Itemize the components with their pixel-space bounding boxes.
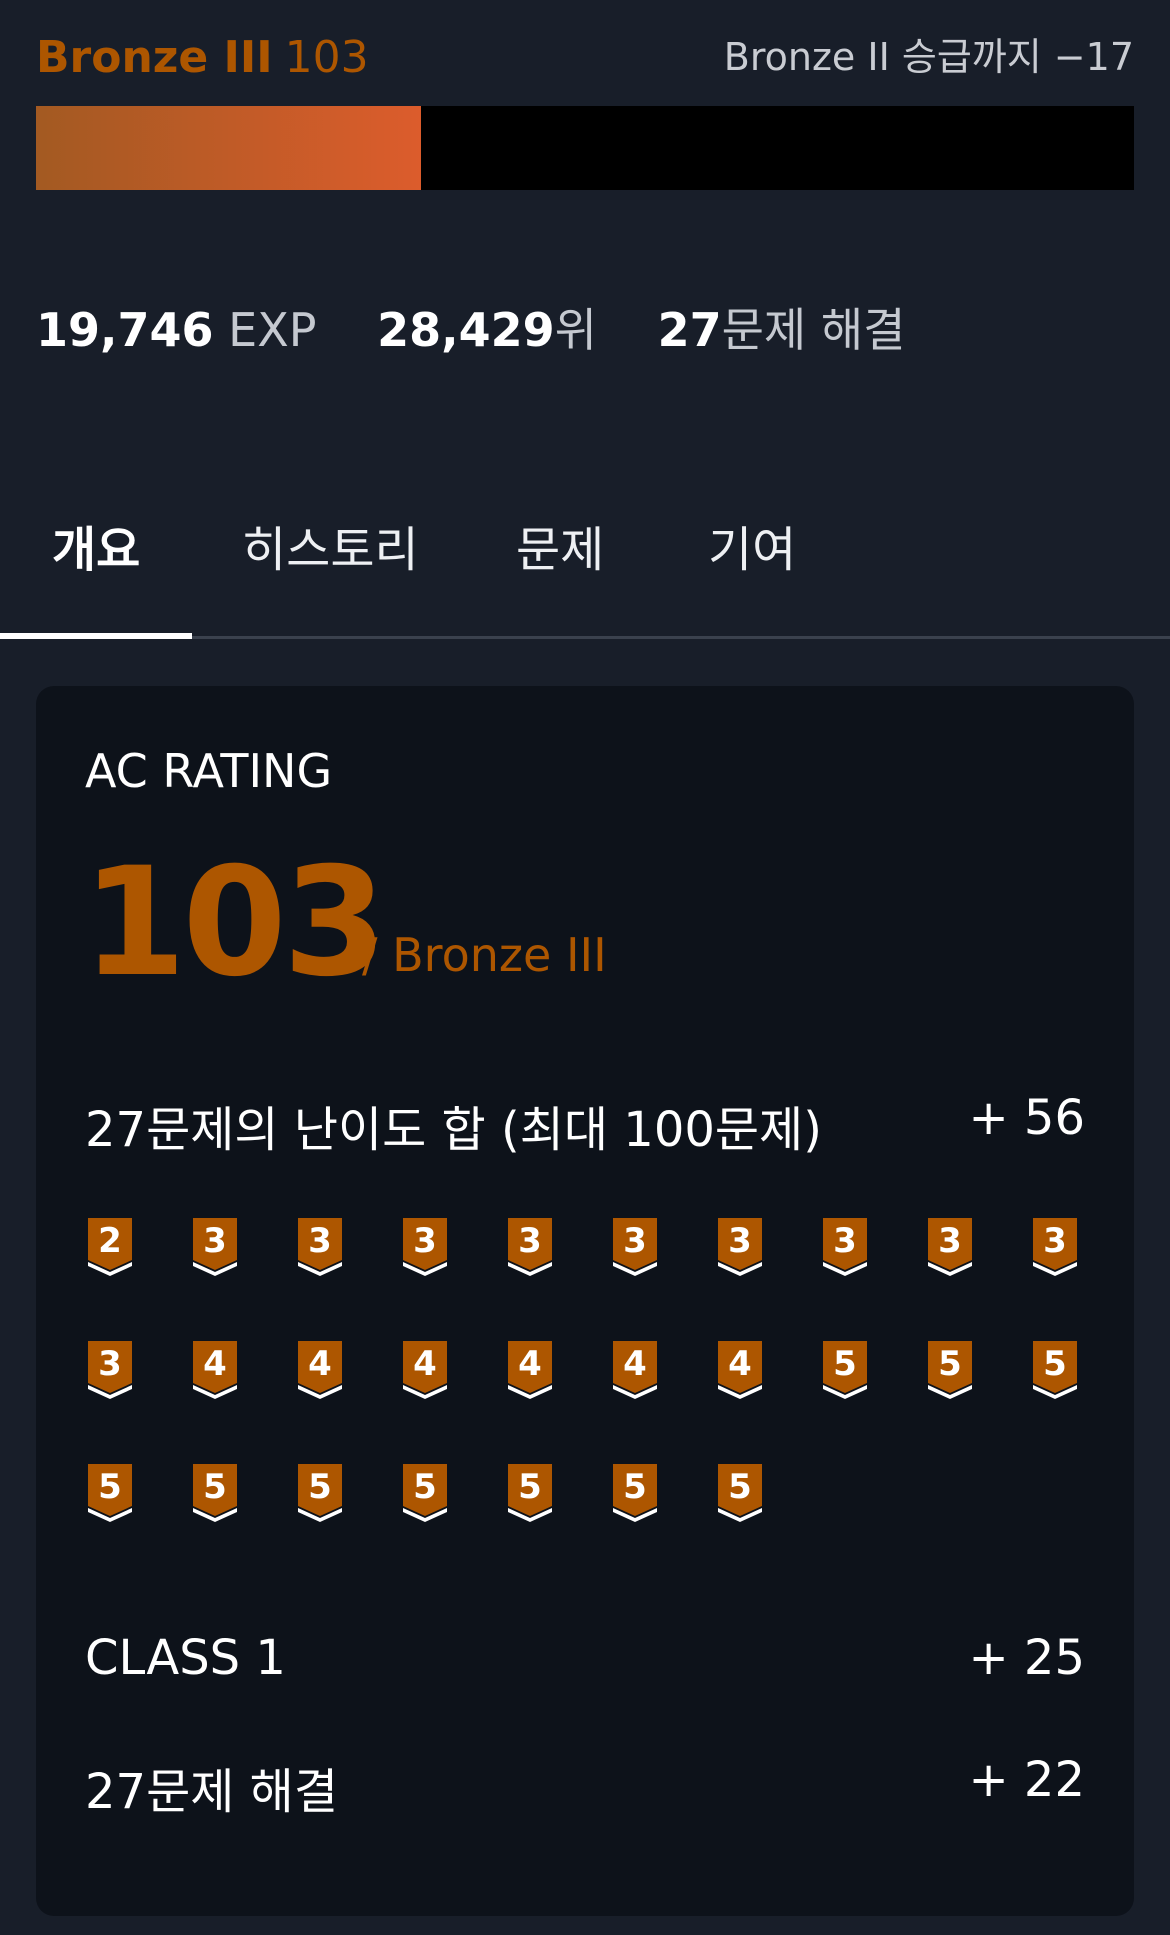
difficulty-sum-label: 27문제의 난이도 합 (최대 100문제) [85, 1102, 822, 1158]
exp-unit: EXP [228, 303, 317, 357]
tier-badge-icon[interactable]: 3 [611, 1216, 659, 1276]
tier-badge-icon[interactable]: 3 [296, 1216, 344, 1276]
tier-badge-icon[interactable]: 5 [191, 1462, 239, 1522]
svg-text:3: 3 [413, 1221, 437, 1261]
tier-badge-icon[interactable]: 3 [401, 1216, 449, 1276]
exp-value: 19,746 [36, 303, 214, 357]
class-row: CLASS 1 + 25 [85, 1630, 1085, 1686]
svg-text:4: 4 [518, 1344, 542, 1384]
class-label: CLASS 1 [85, 1630, 286, 1686]
svg-text:4: 4 [203, 1344, 227, 1384]
svg-text:3: 3 [938, 1221, 962, 1261]
svg-text:5: 5 [623, 1467, 647, 1507]
solved-row: 27문제 해결 + 22 [85, 1752, 1085, 1822]
solved-value: 27 [657, 303, 722, 357]
tier-title: Bronze III 103 [36, 32, 369, 83]
ac-rating-card: AC RATING 103 / Bronze III 27문제의 난이도 합 (… [36, 686, 1134, 1916]
difficulty-sum-value: + 56 [968, 1090, 1085, 1146]
svg-text:3: 3 [308, 1221, 332, 1261]
svg-text:3: 3 [203, 1221, 227, 1261]
tier-badge-icon[interactable]: 3 [1031, 1216, 1079, 1276]
tier-badge-icon[interactable]: 5 [611, 1462, 659, 1522]
svg-text:4: 4 [413, 1344, 437, 1384]
svg-text:5: 5 [833, 1344, 857, 1384]
solved-bonus-value: + 22 [968, 1752, 1085, 1808]
rank-unit: 위 [554, 303, 597, 357]
tier-name: Bronze III [36, 32, 273, 83]
tab-overview[interactable]: 개요 [52, 510, 140, 580]
class-value: + 25 [968, 1630, 1085, 1686]
rating-progress-fill [36, 106, 422, 190]
tab-contribution[interactable]: 기여 [708, 510, 796, 580]
solved-unit: 문제 해결 [721, 303, 906, 357]
tier-rating: 103 [284, 32, 369, 83]
tier-header: Bronze III 103 Bronze II 승급까지 −17 [36, 24, 1134, 84]
rating-progress-bar [36, 106, 1134, 190]
svg-text:3: 3 [623, 1221, 647, 1261]
tier-badge-icon[interactable]: 4 [191, 1339, 239, 1399]
tier-badge-icon[interactable]: 5 [506, 1462, 554, 1522]
tier-badge-icon[interactable]: 4 [401, 1339, 449, 1399]
user-stats: 19,746 EXP 28,429위 27문제 해결 [36, 294, 951, 360]
card-title: AC RATING [85, 744, 333, 798]
tier-badge-icon[interactable]: 3 [86, 1339, 134, 1399]
tier-badge-icon[interactable]: 5 [86, 1462, 134, 1522]
active-tab-indicator [0, 633, 192, 639]
tier-badge-icon[interactable]: 5 [1031, 1339, 1079, 1399]
svg-text:5: 5 [203, 1467, 227, 1507]
tier-badge-icon[interactable]: 3 [191, 1216, 239, 1276]
difficulty-sum-row: 27문제의 난이도 합 (최대 100문제) + 56 [85, 1090, 1085, 1160]
svg-text:5: 5 [728, 1467, 752, 1507]
tier-badge-icon[interactable]: 5 [821, 1339, 869, 1399]
tier-badge-icon[interactable]: 4 [716, 1339, 764, 1399]
exp-stat: 19,746 EXP [36, 303, 316, 357]
rank-stat[interactable]: 28,429위 [377, 294, 597, 360]
tier-badge-icon[interactable]: 3 [926, 1216, 974, 1276]
tier-badge-icon[interactable]: 2 [86, 1216, 134, 1276]
tab-problems[interactable]: 문제 [516, 510, 604, 580]
tier-badge-icon[interactable]: 5 [296, 1462, 344, 1522]
svg-text:3: 3 [518, 1221, 542, 1261]
tier-badge-icon[interactable]: 3 [506, 1216, 554, 1276]
svg-text:2: 2 [98, 1221, 122, 1261]
tier-badge-icon[interactable]: 5 [926, 1339, 974, 1399]
tier-badge-icon[interactable]: 4 [296, 1339, 344, 1399]
svg-text:5: 5 [413, 1467, 437, 1507]
svg-text:4: 4 [623, 1344, 647, 1384]
svg-text:5: 5 [308, 1467, 332, 1507]
promotion-text: Bronze II 승급까지 −17 [723, 35, 1134, 79]
tier-badge-icon[interactable]: 5 [401, 1462, 449, 1522]
profile-tabs: 개요 히스토리 문제 기여 [0, 500, 1170, 639]
solved-stat[interactable]: 27문제 해결 [658, 294, 906, 360]
svg-text:4: 4 [308, 1344, 332, 1384]
tier-badge-icon[interactable]: 5 [716, 1462, 764, 1522]
svg-text:5: 5 [1043, 1344, 1067, 1384]
tab-history[interactable]: 히스토리 [242, 510, 419, 580]
svg-text:5: 5 [98, 1467, 122, 1507]
svg-text:3: 3 [728, 1221, 752, 1261]
tier-badge-icon[interactable]: 4 [506, 1339, 554, 1399]
svg-text:4: 4 [728, 1344, 752, 1384]
rank-value: 28,429 [377, 303, 555, 357]
tier-badge-icon[interactable]: 3 [716, 1216, 764, 1276]
svg-text:3: 3 [98, 1344, 122, 1384]
svg-text:3: 3 [833, 1221, 857, 1261]
svg-text:3: 3 [1043, 1221, 1067, 1261]
tier-badge-icon[interactable]: 3 [821, 1216, 869, 1276]
svg-text:5: 5 [938, 1344, 962, 1384]
tier-badge-icon[interactable]: 4 [611, 1339, 659, 1399]
solved-label: 27문제 해결 [85, 1764, 338, 1820]
svg-text:5: 5 [518, 1467, 542, 1507]
rating-value: 103 [82, 836, 387, 1010]
rating-tier-label: / Bronze III [362, 928, 607, 982]
